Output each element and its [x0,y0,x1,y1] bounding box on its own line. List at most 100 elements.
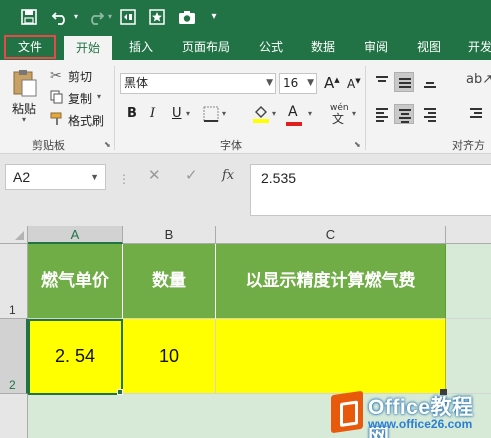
align-right-button[interactable] [420,104,440,124]
paste-dropdown-icon[interactable]: ▾ [22,115,26,124]
row-header-3[interactable] [0,394,28,438]
clipboard-launcher-icon[interactable]: ⬊ [104,140,111,149]
format-painter-button[interactable]: 格式刷 [68,112,104,129]
tab-insert[interactable]: 插入 [118,34,164,60]
align-bottom-icon [424,78,436,90]
copy-button[interactable]: 复制 [68,90,92,107]
tab-home[interactable]: 开始 [64,36,112,60]
screenshot-icon[interactable] [118,6,138,28]
orientation-button[interactable]: ab↗ [466,72,491,92]
align-center-icon [399,109,411,125]
fill-color-icon[interactable] [252,104,270,128]
copy-icon[interactable] [50,90,64,108]
cell-b1[interactable]: 数量 [123,244,216,319]
scissors-icon[interactable]: ✂ [50,68,62,84]
row-header-1[interactable]: 1 [0,244,28,319]
indent-icon [470,108,482,120]
star-icon[interactable] [147,6,167,28]
watermark: Office教程网 www.office26.com [328,390,491,438]
underline-dropdown-icon[interactable]: ▾ [186,109,190,118]
save-icon[interactable] [20,6,38,28]
row-number: 2 [9,378,16,392]
group-divider [114,66,115,150]
redo-icon[interactable] [84,6,106,28]
align-top-button[interactable] [372,72,392,92]
column-header-d[interactable] [446,226,491,244]
indent-button[interactable] [466,104,486,124]
office-logo-icon [331,390,363,434]
undo-dropdown-icon[interactable]: ▾ [72,6,80,28]
bold-button[interactable]: B [127,106,137,121]
column-header-c[interactable]: C [216,226,446,244]
grid-top-strip [0,216,491,226]
formula-input[interactable]: 2.535 [250,164,491,216]
tab-page-layout[interactable]: 页面布局 [172,34,240,60]
cut-button[interactable]: 剪切 [68,68,92,85]
ribbon-tabs: 文件 开始 插入 页面布局 公式 数据 审阅 视图 开发 [0,34,491,60]
cell-b2[interactable]: 10 [123,319,216,394]
align-bottom-button[interactable] [420,72,440,92]
grow-font-label: A [324,74,335,92]
enter-button[interactable]: ✓ [185,166,198,184]
align-left-icon [376,108,388,124]
phonetic-dropdown-icon[interactable]: ▾ [352,109,356,118]
tab-data[interactable]: 数据 [302,34,344,60]
format-painter-icon[interactable] [50,112,64,130]
chevron-down-icon: ▼ [266,78,273,88]
cancel-button[interactable]: ✕ [148,166,161,184]
select-all-button[interactable] [0,226,28,244]
align-top-icon [376,76,388,88]
font-size-select[interactable]: 16 ▼ [279,73,317,94]
row-header-2[interactable]: 2 [0,319,28,394]
customize-dropdown-icon[interactable]: ▾ [208,6,220,28]
insert-function-button[interactable]: fx [222,168,234,183]
tab-view[interactable]: 视图 [408,34,450,60]
italic-button[interactable]: I [150,106,155,121]
cell-c2[interactable] [216,319,446,394]
fill-handle[interactable] [117,389,123,395]
align-middle-icon [399,78,411,90]
name-box-value: A2 [13,169,31,185]
quick-access-toolbar: ▾ ▾ ▾ [0,0,491,34]
redo-dropdown-icon[interactable]: ▾ [106,6,114,28]
font-color-label: A [288,104,298,120]
select-all-icon [15,231,24,240]
cell-d1[interactable] [446,244,491,319]
grow-font-button[interactable]: A▲ [324,74,340,92]
formula-bar-area: A2 ▼ ⋮ ✕ ✓ fx 2.535 [0,154,491,216]
font-color-swatch [286,122,302,126]
tab-formulas[interactable]: 公式 [250,34,292,60]
underline-button[interactable]: U [172,106,182,121]
font-group-label: 字体 [220,139,242,152]
name-box[interactable]: A2 ▼ [5,164,106,190]
column-header-b[interactable]: B [123,226,216,244]
clipboard-group-label: 剪贴板 [32,139,65,152]
font-name-select[interactable]: 黑体 ▼ [120,73,276,94]
align-center-button[interactable] [394,104,414,124]
phonetic-button[interactable]: wén 文 [330,103,349,125]
tab-developer[interactable]: 开发 [460,34,491,60]
formula-bar-grip-icon: ⋮ [118,172,130,186]
shrink-font-label: A [347,77,356,91]
cell-d2[interactable] [446,319,491,394]
fill-color-dropdown-icon[interactable]: ▾ [272,109,276,118]
align-left-button[interactable] [372,104,392,124]
camera-icon[interactable] [176,6,198,28]
cell-a1[interactable]: 燃气单价 [28,244,123,319]
tab-review[interactable]: 审阅 [355,34,397,60]
paste-icon[interactable] [12,68,38,102]
font-color-button[interactable]: A [286,104,302,126]
cell-c1[interactable]: 以显示精度计算燃气费 [216,244,446,319]
shrink-font-button[interactable]: A▼ [347,77,361,91]
copy-dropdown-icon[interactable]: ▾ [97,92,101,101]
undo-icon[interactable] [50,6,72,28]
borders-icon[interactable] [203,106,219,126]
font-color-dropdown-icon[interactable]: ▾ [308,109,312,118]
align-middle-button[interactable] [394,72,414,92]
font-launcher-icon[interactable]: ⬊ [354,140,361,149]
watermark-url: www.office26.com [368,417,473,431]
column-header-a[interactable]: A [28,226,123,244]
tab-file[interactable]: 文件 [4,35,56,59]
chevron-down-icon: ▼ [90,172,99,182]
borders-dropdown-icon[interactable]: ▾ [222,109,226,118]
